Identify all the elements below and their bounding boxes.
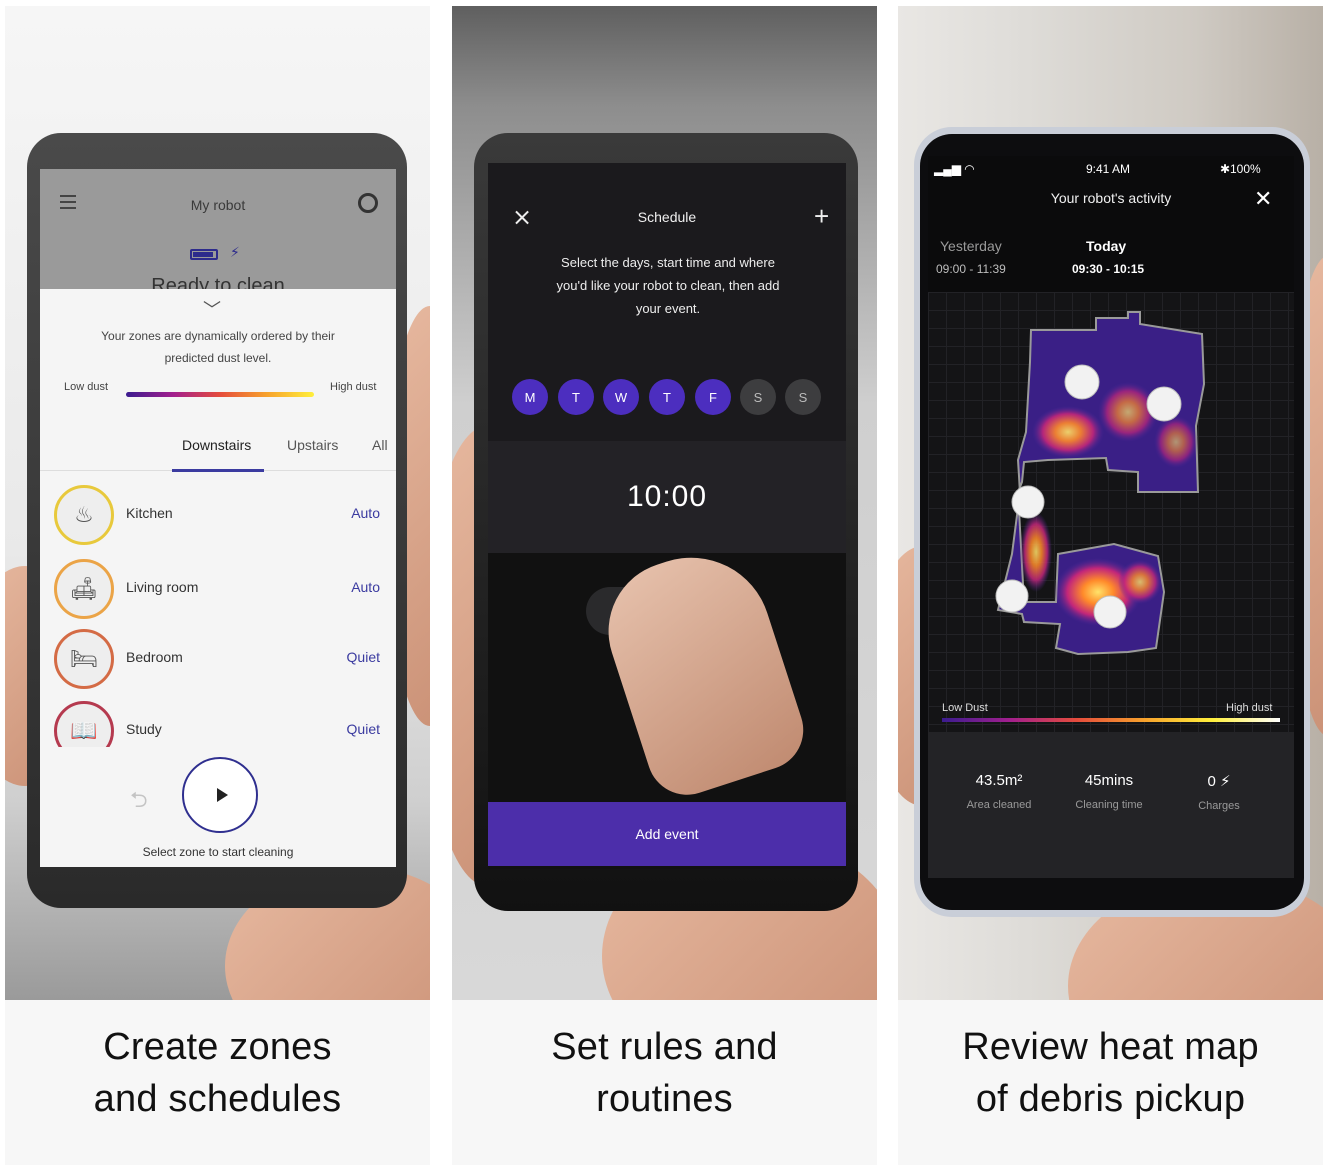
panel-caption: Create zones and schedules	[5, 1000, 430, 1165]
gear-icon[interactable]	[358, 193, 378, 213]
heat-map-drawing	[995, 311, 1206, 656]
day-monday[interactable]: M	[512, 379, 548, 415]
active-tab-indicator	[172, 469, 264, 472]
bed-icon: 🛏	[54, 629, 114, 689]
close-icon[interactable]: ✕	[1254, 186, 1272, 212]
zone-row-study[interactable]: 📖 Study Quiet	[40, 697, 396, 747]
high-dust-label: High dust	[330, 381, 377, 393]
zone-mode[interactable]: Auto	[351, 579, 380, 595]
zone-name: Living room	[126, 579, 199, 595]
stat-label: Area cleaned	[966, 799, 1032, 811]
zone-row-bedroom[interactable]: 🛏 Bedroom Quiet	[40, 625, 396, 695]
plant-pin-icon	[1011, 485, 1045, 519]
floor-tabs: Downstairs Upstairs All	[40, 429, 396, 471]
stat-area: 43.5m² Area cleaned	[944, 772, 1054, 811]
day-thursday[interactable]: T	[649, 379, 685, 415]
zones-description: Your zones are dynamically ordered by th…	[101, 329, 335, 365]
panel-caption: Set rules and routines	[452, 1000, 877, 1165]
caption-line-2: and schedules	[93, 1077, 342, 1120]
status-clock: 9:41 AM	[1086, 162, 1131, 176]
robot-status: Ready to clean	[151, 275, 285, 289]
low-dust-label: Low Dust	[942, 702, 988, 714]
kitchen-pin-icon	[1146, 386, 1182, 422]
bed-pin-icon	[1093, 595, 1127, 629]
charging-icon: ⚡	[230, 244, 240, 260]
today-label[interactable]: Today	[1086, 238, 1126, 254]
stat-value: 43.5m²	[975, 772, 1023, 789]
status-header: My robot ⚡ Ready to clean	[40, 169, 396, 289]
tab-upstairs[interactable]: Upstairs	[287, 437, 338, 453]
sofa-pin-icon	[1064, 364, 1100, 400]
tab-all[interactable]: All	[372, 437, 388, 453]
start-cleaning-button[interactable]	[182, 757, 258, 833]
add-icon[interactable]: +	[814, 201, 829, 232]
book-icon: 📖	[54, 701, 114, 747]
yesterday-label[interactable]: Yesterday	[940, 238, 1002, 254]
panel-rules-routines: ⨯ Schedule + Select the days, start time…	[452, 6, 877, 1165]
low-dust-label: Low dust	[64, 381, 109, 393]
screen-title: Schedule	[637, 209, 697, 225]
zone-row-living-room[interactable]: 🛋 Living room Auto	[40, 555, 396, 625]
day-tuesday[interactable]: T	[558, 379, 594, 415]
activity-header: ▂▄▆ ◠ 9:41 AM ✱ 100% Your robot's activi…	[928, 156, 1294, 292]
app-screen: ▂▄▆ ◠ 9:41 AM ✱ 100% Your robot's activi…	[928, 156, 1294, 878]
sofa-icon: 🛋	[54, 559, 114, 619]
yesterday-time: 09:00 - 11:39	[936, 262, 1006, 276]
charge-bolt-icon: ⚡	[1219, 773, 1231, 790]
schedule-description: Select the days, start time and where yo…	[556, 255, 780, 316]
panel-heat-map: ▂▄▆ ◠ 9:41 AM ✱ 100% Your robot's activi…	[898, 6, 1323, 1165]
kitchen-pan-icon: ♨	[54, 485, 114, 545]
caption-line-1: Review heat map	[962, 1025, 1259, 1068]
chevron-down-icon[interactable]: ﹀	[203, 296, 221, 322]
heat-map[interactable]	[928, 292, 1294, 732]
caption-line-1: Set rules and	[551, 1025, 778, 1068]
phone-photo: ⨯ Schedule + Select the days, start time…	[452, 6, 877, 1000]
zone-mode[interactable]: Quiet	[347, 721, 380, 737]
dust-gradient-bar	[942, 718, 1280, 722]
stat-label: Charges	[1198, 800, 1240, 812]
screen-title: My robot	[190, 197, 246, 213]
phone-photo: ▂▄▆ ◠ 9:41 AM ✱ 100% Your robot's activi…	[898, 6, 1323, 1000]
high-dust-label: High dust	[1226, 702, 1273, 714]
zone-name: Kitchen	[126, 505, 173, 521]
add-event-button[interactable]: Add event	[488, 802, 846, 866]
stat-value-row: 0 ⚡	[1164, 772, 1274, 790]
caption-line-2: routines	[596, 1077, 733, 1120]
bluetooth-icon: ✱	[1220, 162, 1231, 176]
day-sunday[interactable]: S	[785, 379, 821, 415]
stat-charges: 0 ⚡ Charges	[1164, 772, 1274, 812]
schedule-header: ⨯ Schedule + Select the days, start time…	[488, 163, 846, 441]
stat-value: 0	[1207, 773, 1216, 790]
caption-line-2: of debris pickup	[975, 1077, 1246, 1120]
battery-percent: 100%	[1230, 162, 1261, 176]
stat-time: 45mins Cleaning time	[1054, 772, 1164, 811]
panel-create-zones: My robot ⚡ Ready to clean ﹀ Your zones a…	[5, 6, 430, 1165]
zone-mode[interactable]: Quiet	[347, 649, 380, 665]
stat-value: 45mins	[1084, 772, 1134, 789]
start-time[interactable]: 10:00	[488, 441, 846, 553]
phone-photo: My robot ⚡ Ready to clean ﹀ Your zones a…	[5, 6, 430, 1000]
zone-row-kitchen[interactable]: ♨ Kitchen Auto	[40, 481, 396, 551]
day-friday[interactable]: F	[695, 379, 731, 415]
undo-icon[interactable]: ⮌	[130, 783, 148, 821]
activity-stats: 43.5m² Area cleaned 45mins Cleaning time…	[928, 732, 1294, 878]
panel-caption: Review heat map of debris pickup	[898, 1000, 1323, 1165]
app-screen: My robot ⚡ Ready to clean ﹀ Your zones a…	[40, 169, 396, 867]
zone-name: Bedroom	[126, 649, 183, 665]
signal-icon: ▂▄▆ ◠	[934, 162, 975, 176]
zone-name: Study	[126, 721, 162, 737]
today-time: 09:30 - 10:15	[1072, 262, 1145, 276]
dust-gradient-bar	[126, 392, 314, 397]
stat-label: Cleaning time	[1075, 799, 1143, 811]
day-saturday[interactable]: S	[740, 379, 776, 415]
start-hint: Select zone to start cleaning	[142, 845, 294, 859]
battery-icon	[190, 249, 218, 260]
screen-title: Your robot's activity	[1050, 190, 1172, 206]
play-icon	[216, 788, 228, 802]
day-wednesday[interactable]: W	[603, 379, 639, 415]
chair-pin-icon	[995, 579, 1029, 613]
caption-line-1: Create zones	[103, 1025, 332, 1068]
tab-downstairs[interactable]: Downstairs	[182, 437, 251, 453]
zone-mode[interactable]: Auto	[351, 505, 380, 521]
